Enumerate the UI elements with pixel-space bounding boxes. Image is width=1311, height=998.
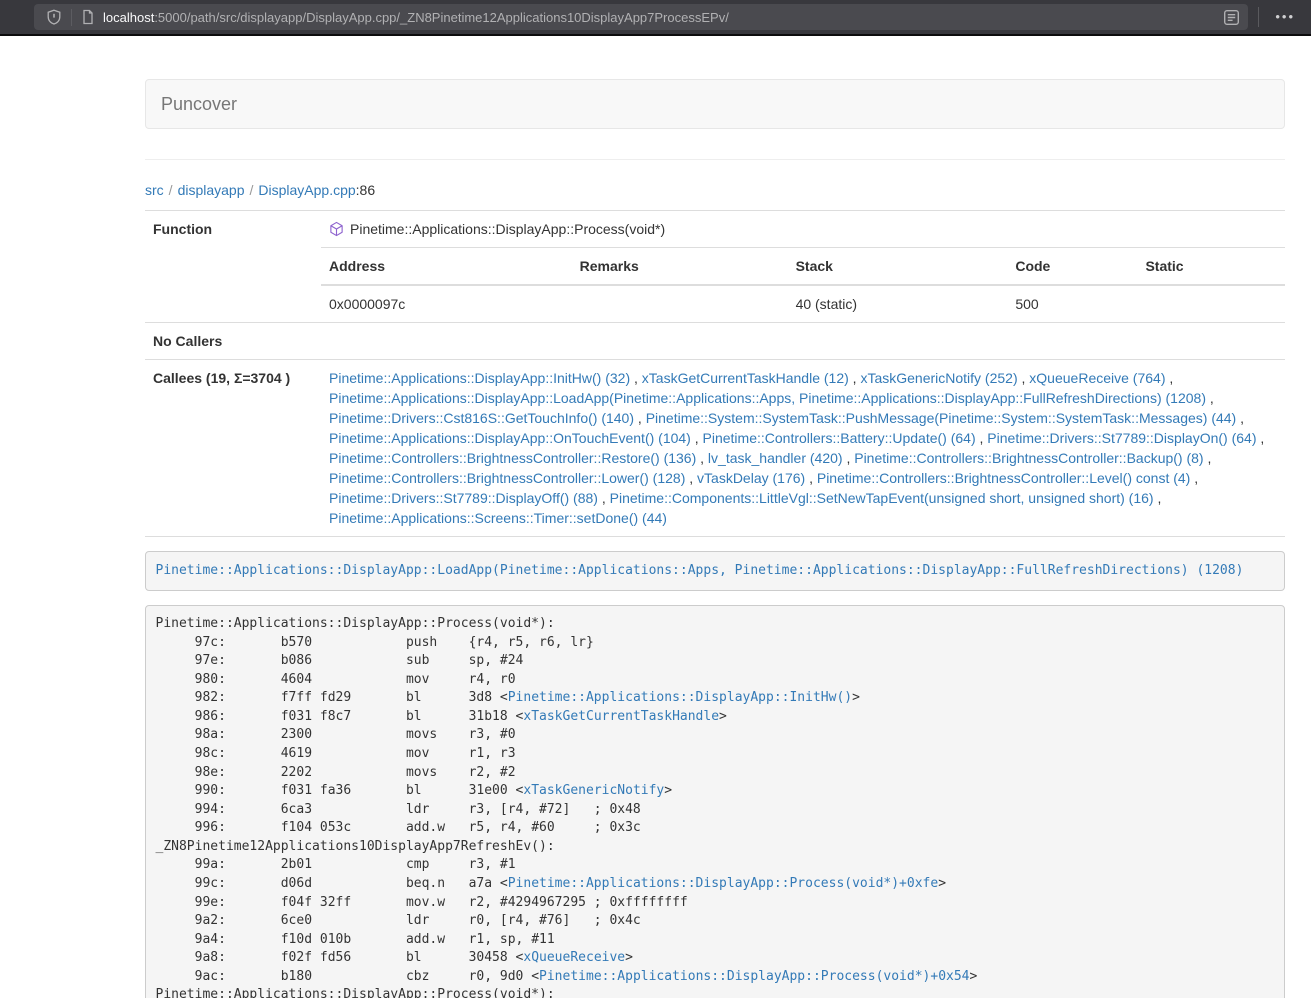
callee-link[interactable]: Pinetime::Controllers::BrightnessControl… xyxy=(329,450,696,466)
asm-symbol-link[interactable]: Pinetime::Applications::DisplayApp::Init… xyxy=(508,690,852,705)
callee-link[interactable]: Pinetime::Drivers::St7789::DisplayOn() (… xyxy=(987,430,1256,446)
static-value xyxy=(1137,285,1285,322)
callee-link[interactable]: Pinetime::Controllers::BrightnessControl… xyxy=(854,450,1203,466)
callee-link[interactable]: Pinetime::Applications::Screens::Timer::… xyxy=(329,510,667,526)
asm-symbol-link[interactable]: Pinetime::Applications::DisplayApp::Proc… xyxy=(508,876,938,891)
column-header-stack: Stack xyxy=(788,248,1008,286)
function-name-line: Pinetime::Applications::DisplayApp::Proc… xyxy=(321,211,1285,247)
asm-symbol-link[interactable]: xQueueReceive xyxy=(523,950,625,965)
breadcrumb-link-src[interactable]: src xyxy=(145,182,164,198)
address-value: 0x0000097c xyxy=(321,285,572,322)
breadcrumb-separator: / xyxy=(250,182,254,198)
callee-link[interactable]: Pinetime::System::SystemTask::PushMessag… xyxy=(646,410,1237,426)
callee-link[interactable]: Pinetime::Controllers::BrightnessControl… xyxy=(817,470,1190,486)
url-bar[interactable]: localhost:5000/path/src/displayapp/Displ… xyxy=(34,4,1248,30)
package-cube-icon xyxy=(329,221,344,237)
browser-toolbar: localhost:5000/path/src/displayapp/Displ… xyxy=(0,0,1311,36)
column-header-code: Code xyxy=(1007,248,1137,286)
highlighted-symbol-block: Pinetime::Applications::DisplayApp::Load… xyxy=(145,551,1285,591)
brand-link[interactable]: Puncover xyxy=(161,94,237,115)
function-stats-table: Address Remarks Stack Code Static 0x0000… xyxy=(321,247,1285,322)
function-name: Pinetime::Applications::DisplayApp::Proc… xyxy=(350,221,665,237)
function-row: Function Pinetime::Applications::Display… xyxy=(145,211,1285,323)
callees-list: Pinetime::Applications::DisplayApp::Init… xyxy=(321,360,1285,536)
url-text[interactable]: localhost:5000/path/src/displayapp/Displ… xyxy=(103,10,1223,25)
stats-value-row: 0x0000097c 40 (static) 500 xyxy=(321,285,1285,322)
divider xyxy=(145,159,1285,160)
column-header-remarks: Remarks xyxy=(572,248,788,286)
breadcrumb-link-displayapp[interactable]: displayapp xyxy=(178,182,245,198)
code-value: 500 xyxy=(1007,285,1137,322)
stack-value: 40 (static) xyxy=(788,285,1008,322)
callee-link[interactable]: xTaskGenericNotify (252) xyxy=(860,370,1017,386)
column-header-static: Static xyxy=(1137,248,1285,286)
function-row-label: Function xyxy=(145,211,321,323)
callee-link[interactable]: Pinetime::Drivers::St7789::DisplayOff() … xyxy=(329,490,598,506)
assembly-code: Pinetime::Applications::DisplayApp::Proc… xyxy=(145,605,1285,998)
callees-label: Callees (19, Σ=3704 ) xyxy=(145,360,321,537)
callee-link[interactable]: xTaskGetCurrentTaskHandle (12) xyxy=(642,370,849,386)
page-icon xyxy=(81,9,95,25)
callees-value: Pinetime::Applications::DisplayApp::Init… xyxy=(321,360,1285,537)
breadcrumb-link-file[interactable]: DisplayApp.cpp xyxy=(258,182,355,198)
urlbar-divider xyxy=(71,9,72,26)
asm-symbol-link[interactable]: xTaskGenericNotify xyxy=(523,783,664,798)
stats-header-row: Address Remarks Stack Code Static xyxy=(321,248,1285,286)
asm-symbol-link[interactable]: Pinetime::Applications::DisplayApp::Proc… xyxy=(539,969,969,984)
shield-icon[interactable] xyxy=(46,9,62,25)
menu-icon[interactable]: ••• xyxy=(1269,4,1301,30)
column-header-address: Address xyxy=(321,248,572,286)
remarks-value xyxy=(572,285,788,322)
callee-link[interactable]: Pinetime::Drivers::Cst816S::GetTouchInfo… xyxy=(329,410,634,426)
highlighted-symbol-link[interactable]: Pinetime::Applications::DisplayApp::Load… xyxy=(156,563,1244,578)
callee-link[interactable]: Pinetime::Applications::DisplayApp::Load… xyxy=(329,390,1206,406)
callers-value xyxy=(321,323,1285,360)
asm-symbol-link[interactable]: xTaskGetCurrentTaskHandle xyxy=(523,709,719,724)
no-callers-label: No Callers xyxy=(145,323,321,360)
callee-link[interactable]: Pinetime::Applications::DisplayApp::OnTo… xyxy=(329,430,691,446)
callee-link[interactable]: xQueueReceive (764) xyxy=(1029,370,1165,386)
url-path: :5000/path/src/displayapp/DisplayApp.cpp… xyxy=(154,10,729,25)
breadcrumb-line-number: :86 xyxy=(356,182,375,198)
callee-link[interactable]: Pinetime::Components::LittleVgl::SetNewT… xyxy=(610,490,1154,506)
function-info-table: Function Pinetime::Applications::Display… xyxy=(145,210,1285,537)
callee-link[interactable]: Pinetime::Controllers::BrightnessControl… xyxy=(329,470,685,486)
reader-mode-icon[interactable] xyxy=(1223,9,1240,26)
breadcrumb-separator: / xyxy=(169,182,173,198)
url-host: localhost xyxy=(103,10,154,25)
breadcrumb: src/displayapp/DisplayApp.cpp:86 xyxy=(145,180,1285,200)
toolbar-divider xyxy=(1258,7,1259,27)
app-navbar: Puncover xyxy=(145,79,1285,129)
callee-link[interactable]: vTaskDelay (176) xyxy=(697,470,805,486)
callee-link[interactable]: Pinetime::Applications::DisplayApp::Init… xyxy=(329,370,630,386)
callers-row: No Callers xyxy=(145,323,1285,360)
callees-row: Callees (19, Σ=3704 ) Pinetime::Applicat… xyxy=(145,360,1285,537)
callee-link[interactable]: lv_task_handler (420) xyxy=(708,450,843,466)
function-row-value: Pinetime::Applications::DisplayApp::Proc… xyxy=(321,211,1285,323)
page-container: Puncover src/displayapp/DisplayApp.cpp:8… xyxy=(145,79,1285,998)
callee-link[interactable]: Pinetime::Controllers::Battery::Update()… xyxy=(703,430,976,446)
